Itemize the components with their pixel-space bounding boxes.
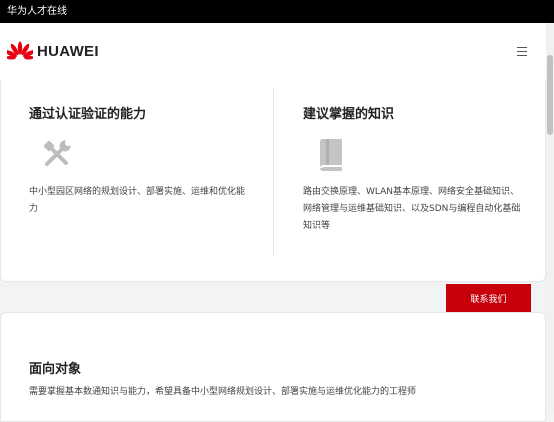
logo-text: HUAWEI	[37, 42, 99, 60]
knowledge-section: 建议掌握的知识 路由交换原理、WLAN基本原理、网络安全基础知识、网络管理与运维…	[303, 80, 531, 281]
certification-card: 通过认证验证的能力 中小型园区网络的规划设计、部署实施、运维和优化能力 建议掌握…	[0, 80, 546, 282]
tools-icon	[41, 138, 73, 174]
knowledge-title: 建议掌握的知识	[303, 107, 395, 122]
knowledge-description: 路由交换原理、WLAN基本原理、网络安全基础知识、网络管理与运维基础知识、以及S…	[303, 187, 521, 231]
book-icon	[317, 138, 345, 176]
page-scrollbar[interactable]	[546, 23, 554, 413]
window-title: 华为人才在线	[7, 6, 67, 17]
huawei-logo[interactable]: HUAWEI	[7, 39, 99, 63]
capability-description: 中小型园区网络的规划设计、部署实施、运维和优化能力	[29, 187, 246, 214]
capability-section: 通过认证验证的能力 中小型园区网络的规划设计、部署实施、运维和优化能力	[29, 80, 259, 281]
audience-description: 需要掌握基本数通知识与能力，希望具备中小型网络规划设计、部署实施与运维优化能力的…	[29, 387, 417, 397]
contact-us-button[interactable]: 联系我们	[446, 284, 531, 312]
capability-title: 通过认证验证的能力	[29, 107, 147, 122]
column-divider	[273, 88, 274, 256]
audience-title: 面向对象	[29, 362, 82, 377]
huawei-flower-icon	[7, 41, 33, 60]
hamburger-menu-icon[interactable]	[514, 43, 530, 59]
site-header: HUAWEI	[0, 23, 546, 81]
audience-card: 面向对象 需要掌握基本数通知识与能力，希望具备中小型网络规划设计、部署实施与运维…	[0, 312, 546, 422]
scrollbar-thumb[interactable]	[547, 55, 553, 135]
window-title-bar: 华为人才在线	[0, 0, 554, 23]
